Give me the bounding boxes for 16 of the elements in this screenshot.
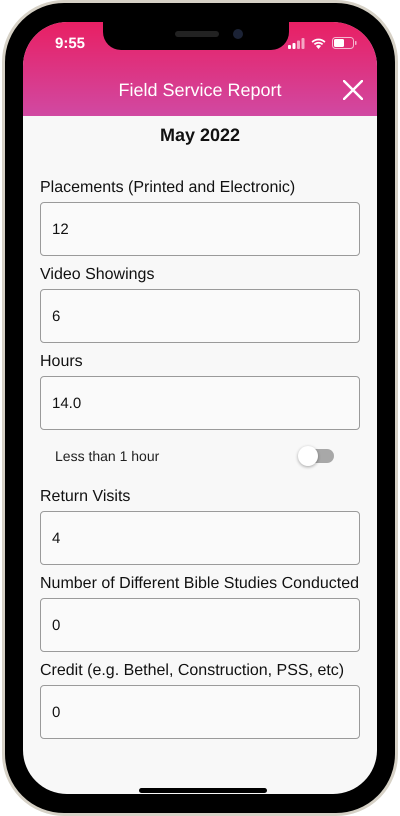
input-field[interactable]: 6	[40, 289, 360, 343]
toggle-label: Less than 1 hour	[55, 448, 160, 464]
status-time: 9:55	[55, 34, 86, 52]
field-label: Video Showings	[40, 265, 156, 285]
field-label: Credit (e.g. Bethel, Construction, PSS, etc)	[40, 661, 346, 681]
month-title: May 2022	[158, 124, 242, 146]
input-field[interactable]: 0	[40, 598, 360, 652]
input-field[interactable]: 14.0	[40, 376, 360, 430]
input-field[interactable]: 0	[40, 685, 360, 739]
input-field[interactable]: 4	[40, 511, 360, 565]
field-label: Hours	[40, 352, 84, 372]
field-label: Return Visits	[40, 487, 132, 507]
field-label: Placements (Printed and Electronic)	[40, 178, 296, 198]
input-field[interactable]: 12	[40, 202, 360, 256]
field-label: Number of Different Bible Studies Conducted	[40, 574, 360, 594]
header-title: Field Service Report	[118, 80, 282, 100]
